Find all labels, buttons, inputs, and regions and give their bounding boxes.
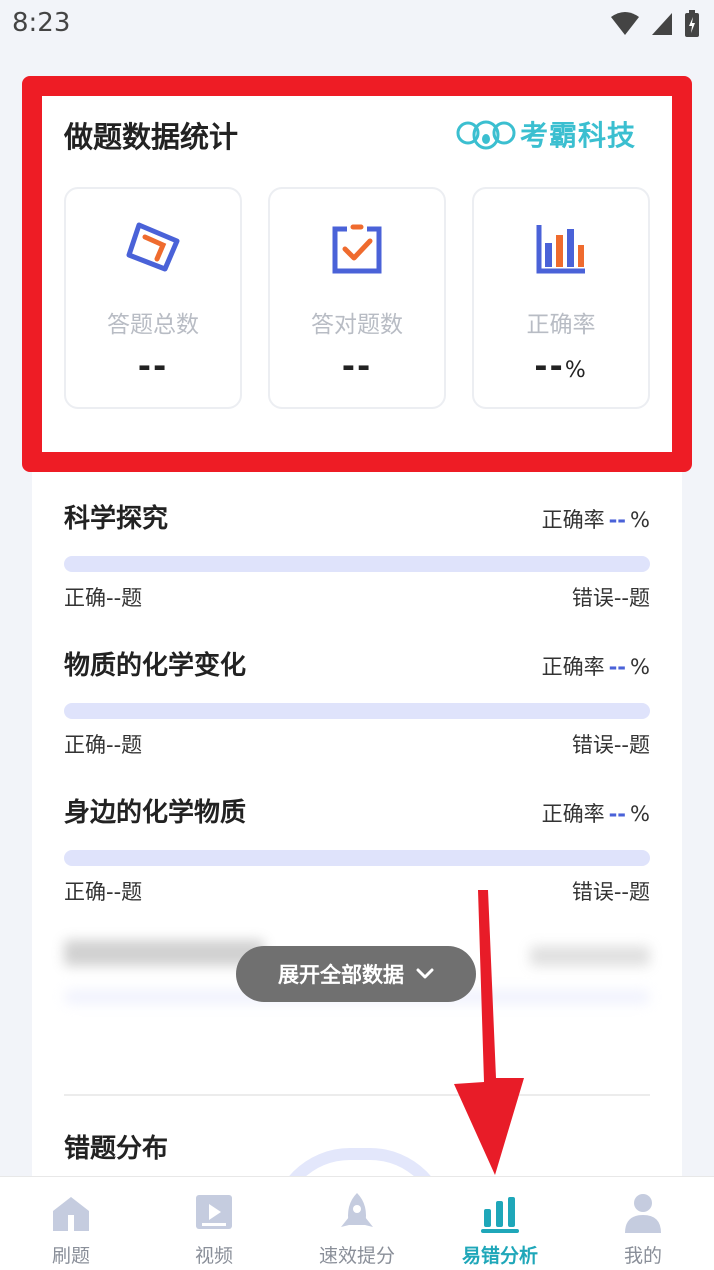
tab-label: 刷题 xyxy=(51,1245,90,1267)
topic-progress-bar xyxy=(64,556,650,572)
topic-name: 科学探究 xyxy=(64,504,169,534)
topic-name: 身边的化学物质 xyxy=(64,798,247,828)
topic-wrong-count: 错误--题 xyxy=(571,880,650,904)
tab-boost[interactable]: 速效提分 xyxy=(302,1177,412,1270)
status-icons xyxy=(610,10,700,38)
topic-wrong-count: 错误--题 xyxy=(571,586,650,610)
home-icon xyxy=(53,1197,89,1231)
topic-correct-count: 正确--题 xyxy=(64,733,143,757)
tab-video[interactable]: 视频 xyxy=(159,1177,269,1270)
tab-profile[interactable]: 我的 xyxy=(588,1177,698,1270)
distribution-title: 错题分布 xyxy=(64,1134,169,1164)
expand-button-label: 展开全部数据 xyxy=(278,963,404,987)
topic-item[interactable]: 物质的化学变化 正确率 --% 正确--题 错误--题 xyxy=(64,645,650,757)
topic-rate: 正确率 --% xyxy=(541,508,650,532)
status-bar: 8:23 xyxy=(0,0,714,50)
topic-item[interactable]: 身边的化学物质 正确率 --% 正确--题 错误--题 xyxy=(64,792,650,904)
tab-label: 视频 xyxy=(194,1245,233,1267)
status-time: 8:23 xyxy=(12,8,71,38)
section-divider xyxy=(64,1094,650,1096)
bar-chart-icon xyxy=(481,1197,519,1233)
video-icon xyxy=(196,1195,232,1229)
battery-icon xyxy=(685,10,699,37)
person-icon xyxy=(625,1194,661,1233)
tab-label: 易错分析 xyxy=(461,1245,538,1267)
topic-item[interactable]: 科学探究 正确率 --% 正确--题 错误--题 xyxy=(64,498,650,610)
tab-label: 我的 xyxy=(623,1245,662,1267)
wifi-icon xyxy=(611,12,639,35)
topic-name: 物质的化学变化 xyxy=(64,651,247,681)
tab-label: 速效提分 xyxy=(318,1245,395,1267)
topic-rate: 正确率 --% xyxy=(541,655,650,679)
topic-progress-bar xyxy=(64,703,650,719)
rocket-icon xyxy=(341,1193,373,1227)
topic-wrong-count: 错误--题 xyxy=(571,733,650,757)
topic-rate: 正确率 --% xyxy=(541,802,650,826)
tab-error-analysis[interactable]: 易错分析 xyxy=(445,1177,555,1270)
bottom-tab-bar: 刷题 视频 速效提分 易错分析 我的 xyxy=(0,1176,714,1270)
signal-icon xyxy=(652,13,672,35)
tab-home[interactable]: 刷题 xyxy=(16,1177,126,1270)
topic-correct-count: 正确--题 xyxy=(64,880,143,904)
chevron-down-icon xyxy=(416,968,434,979)
arrow-annotation-icon xyxy=(454,890,524,1175)
topic-correct-count: 正确--题 xyxy=(64,586,143,610)
highlight-box xyxy=(22,76,692,472)
topic-progress-bar xyxy=(64,850,650,866)
